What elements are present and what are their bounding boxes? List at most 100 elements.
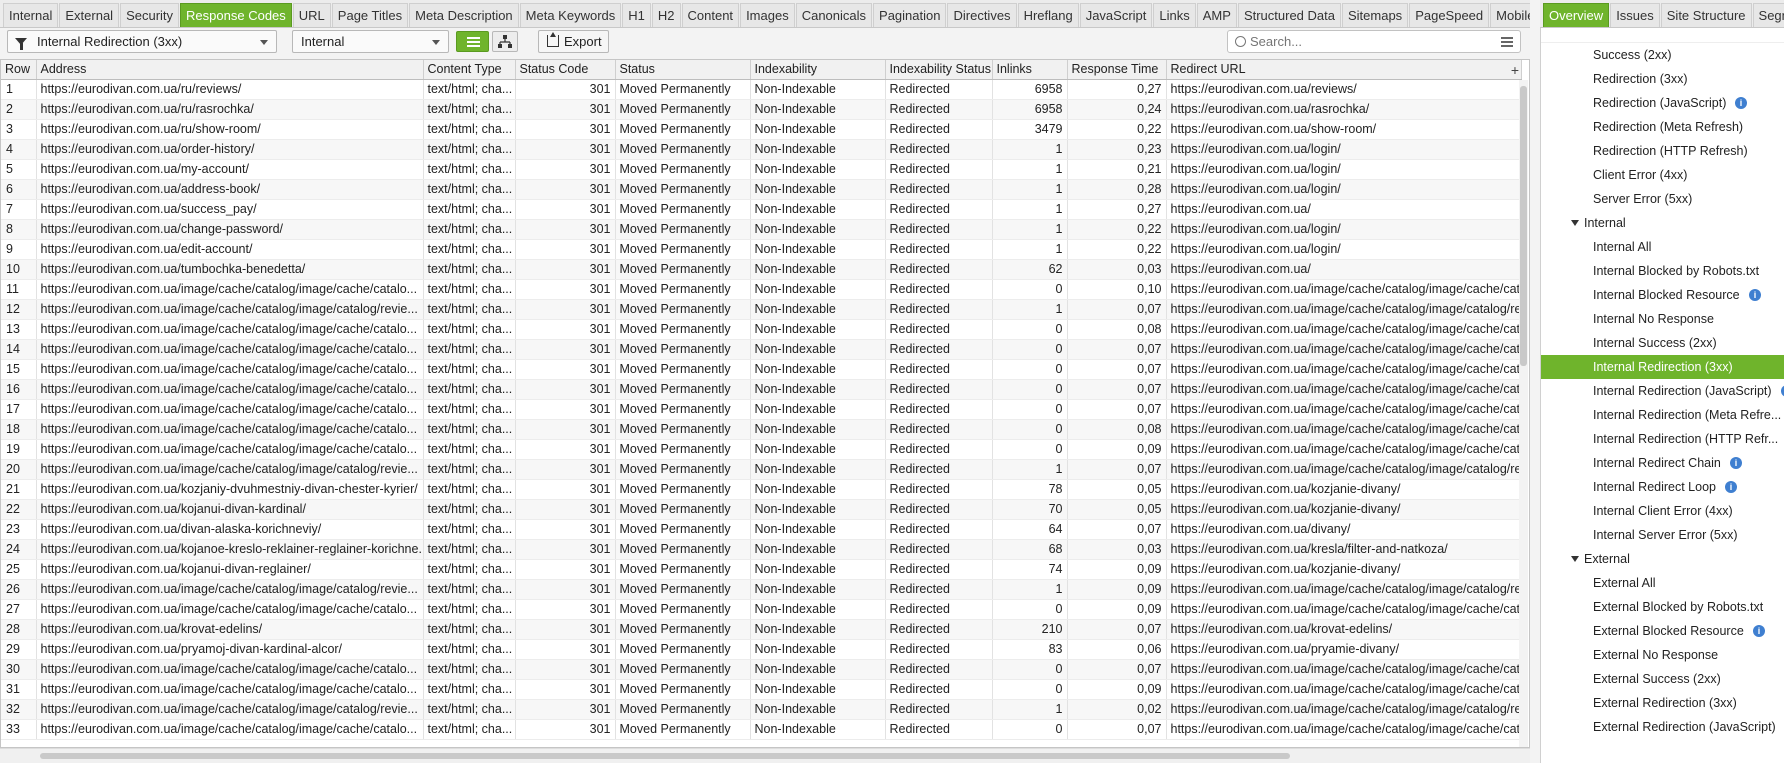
table-cell[interactable]: Non-Indexable [750,399,886,420]
table-cell[interactable]: Non-Indexable [750,579,886,600]
table-cell[interactable]: text/html; cha... [423,399,516,420]
table-cell[interactable]: 0,08 [1067,319,1167,340]
table-cell[interactable]: https://eurodivan.com.ua/edit-account/ [36,239,424,260]
table-cell[interactable]: 0,05 [1067,479,1167,500]
table-cell[interactable]: 8 [1,219,37,240]
table-row[interactable]: 28 https://eurodivan.com.ua/krovat-edelin… [1,619,1522,640]
table-cell[interactable]: https://eurodivan.com.ua/kresla/filter-a… [1166,539,1522,560]
table-cell[interactable]: 68 [992,539,1068,560]
right-tab-issues[interactable]: Issues [1610,3,1660,27]
overview-item[interactable]: Internal Redirection (HTTP Refr... [1541,427,1784,451]
table-cell[interactable]: Moved Permanently [615,519,751,540]
table-cell[interactable]: 0,22 [1067,119,1167,140]
table-row[interactable]: 13 https://eurodivan.com.ua/image/cache/c… [1,319,1522,340]
table-cell[interactable]: 301 [515,479,616,500]
table-cell[interactable]: https://eurodivan.com.ua/krovat-edelins/ [36,619,424,640]
table-cell[interactable]: Redirected [885,219,993,240]
table-cell[interactable]: 10 [1,259,37,280]
column-header[interactable]: Status Code [515,60,616,80]
table-cell[interactable]: 0 [992,279,1068,300]
table-cell[interactable]: Moved Permanently [615,199,751,220]
table-row[interactable]: 25 https://eurodivan.com.ua/kojanui-divan… [1,559,1522,580]
table-cell[interactable]: text/html; cha... [423,639,516,660]
table-row[interactable]: 29 https://eurodivan.com.ua/pryamoj-divan… [1,639,1522,660]
column-header[interactable]: Content Type [423,60,516,80]
table-cell[interactable]: 301 [515,639,616,660]
table-cell[interactable]: 0,09 [1067,579,1167,600]
table-cell[interactable]: https://eurodivan.com.ua/image/cache/cat… [1166,399,1522,420]
table-cell[interactable]: Non-Indexable [750,319,886,340]
table-cell[interactable]: Moved Permanently [615,719,751,740]
table-cell[interactable]: https://eurodivan.com.ua/success_pay/ [36,199,424,220]
column-header[interactable]: Row [1,60,37,80]
tab-hreflang[interactable]: Hreflang [1017,3,1079,27]
tab-page-titles[interactable]: Page Titles [331,3,409,27]
overview-group[interactable]: External [1541,547,1784,571]
table-cell[interactable]: 9 [1,239,37,260]
table-cell[interactable]: Redirected [885,539,993,560]
info-icon[interactable]: i [1730,457,1742,469]
table-cell[interactable]: 1 [992,459,1068,480]
table-cell[interactable]: 21 [1,479,37,500]
table-cell[interactable]: 0,22 [1067,239,1167,260]
table-cell[interactable]: 0 [992,339,1068,360]
tab-url[interactable]: URL [292,3,331,27]
overview-item[interactable]: External Redirection (JavaScript)i [1541,715,1784,739]
overview-item[interactable]: External Redirection (3xx) [1541,691,1784,715]
table-cell[interactable]: text/html; cha... [423,299,516,320]
table-cell[interactable]: https://eurodivan.com.ua/image/cache/cat… [1166,459,1522,480]
table-cell[interactable]: Redirected [885,339,993,360]
overview-item[interactable]: Internal Success (2xx) [1541,331,1784,355]
table-cell[interactable]: https://eurodivan.com.ua/image/cache/cat… [1166,299,1522,320]
table-cell[interactable]: Moved Permanently [615,439,751,460]
table-cell[interactable]: Redirected [885,299,993,320]
column-header[interactable]: Status [615,60,751,80]
table-cell[interactable]: 0 [992,659,1068,680]
table-cell[interactable]: 210 [992,619,1068,640]
info-icon[interactable]: i [1725,481,1737,493]
table-cell[interactable]: text/html; cha... [423,119,516,140]
table-cell[interactable]: https://eurodivan.com.ua/image/cache/cat… [36,419,424,440]
table-cell[interactable]: Redirected [885,599,993,620]
table-cell[interactable]: https://eurodivan.com.ua/image/cache/cat… [36,719,424,740]
table-cell[interactable]: 301 [515,99,616,120]
table-cell[interactable]: https://eurodivan.com.ua/image/cache/cat… [1166,659,1522,680]
table-cell[interactable]: Moved Permanently [615,379,751,400]
table-row[interactable]: 3 https://eurodivan.com.ua/ru/show-room/t… [1,119,1522,140]
table-row[interactable]: 21 https://eurodivan.com.ua/kozjaniy-dvuh… [1,479,1522,500]
table-cell[interactable]: https://eurodivan.com.ua/image/cache/cat… [1166,359,1522,380]
table-cell[interactable]: Moved Permanently [615,559,751,580]
table-row[interactable]: 24 https://eurodivan.com.ua/kojanoe-kresl… [1,539,1522,560]
export-button[interactable]: Export [538,30,609,53]
table-cell[interactable]: Moved Permanently [615,159,751,180]
table-cell[interactable]: 6958 [992,99,1068,120]
table-cell[interactable]: 15 [1,359,37,380]
table-cell[interactable]: 11 [1,279,37,300]
table-cell[interactable]: 0,24 [1067,99,1167,120]
table-cell[interactable]: Non-Indexable [750,199,886,220]
table-cell[interactable]: 31 [1,679,37,700]
table-cell[interactable]: 20 [1,459,37,480]
table-cell[interactable]: text/html; cha... [423,659,516,680]
table-cell[interactable]: https://eurodivan.com.ua/login/ [1166,239,1522,260]
tab-pagination[interactable]: Pagination [873,3,947,27]
table-cell[interactable]: text/html; cha... [423,559,516,580]
table-cell[interactable]: 64 [992,519,1068,540]
table-cell[interactable]: https://eurodivan.com.ua/image/cache/cat… [1166,419,1522,440]
table-cell[interactable]: 12 [1,299,37,320]
table-cell[interactable]: 0,07 [1067,379,1167,400]
tab-mobile[interactable]: Mobile [1490,3,1530,27]
table-cell[interactable]: 301 [515,79,616,100]
table-cell[interactable]: https://eurodivan.com.ua/image/cache/cat… [36,439,424,460]
table-cell[interactable]: https://eurodivan.com.ua/ru/show-room/ [36,119,424,140]
table-cell[interactable]: text/html; cha... [423,619,516,640]
table-cell[interactable]: Moved Permanently [615,499,751,520]
table-cell[interactable]: 33 [1,719,37,740]
overview-item[interactable]: Internal All [1541,235,1784,259]
table-cell[interactable]: https://eurodivan.com.ua/kozjanie-divany… [1166,479,1522,500]
table-cell[interactable]: 0,05 [1067,499,1167,520]
column-header[interactable]: Inlinks [992,60,1068,80]
table-row[interactable]: 17 https://eurodivan.com.ua/image/cache/c… [1,399,1522,420]
table-cell[interactable]: https://eurodivan.com.ua/image/cache/cat… [1166,279,1522,300]
table-cell[interactable]: Non-Indexable [750,119,886,140]
